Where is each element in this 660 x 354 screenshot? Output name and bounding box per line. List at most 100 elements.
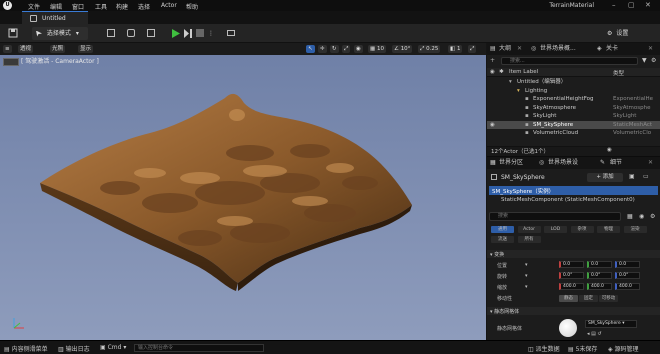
chevron-down-icon[interactable]: ▾ [525,284,528,290]
category-button[interactable]: 通用 [491,226,514,233]
show-button[interactable]: 显示 [78,45,94,53]
eye-icon[interactable]: ◉ [639,213,644,220]
category-button[interactable]: 渲染 [623,226,647,233]
tab-levels[interactable]: 关卡 [606,43,618,55]
menu-build[interactable]: 构建 [116,2,128,11]
source-control-button[interactable]: ◈ 源码管理 [608,344,639,353]
lit-button[interactable]: 光照 [50,45,66,53]
close-tab-icon[interactable]: ✕ [648,43,653,55]
cinematics-icon[interactable] [144,27,158,40]
details-search-input[interactable]: 搜索 [489,212,621,221]
outliner-row[interactable]: ▪ ExponentialHeightFog ExponentialHe [487,95,660,103]
category-button[interactable]: 所有 [517,236,541,243]
stop-icon[interactable] [196,27,206,40]
outliner-row[interactable]: ▪ VolumetricCloud VolumetricClo [487,129,660,137]
transform-section-header[interactable]: ▾ 变换 [490,251,504,258]
outliner-row[interactable]: ▾ Lighting [487,87,660,95]
tab-outliner[interactable]: 大纲 [499,43,511,55]
add-component-button[interactable]: + 添加 [587,173,623,182]
tab-details[interactable]: 细节 [610,157,622,169]
component-root-row[interactable]: SM_SkySphere（实例） [489,186,658,195]
menu-window[interactable]: 窗口 [72,2,84,11]
outliner-search-input[interactable]: 搜索... [501,57,638,65]
transform-value-field[interactable]: 400.0 [559,283,584,290]
outliner-row[interactable]: ▪ SkyAtmosphere SkyAtmosphe [487,104,660,112]
chevron-down-icon[interactable]: ▾ [525,273,528,279]
outliner-row[interactable]: ▪ SkyLight SkyLight [487,112,660,120]
col-item-label[interactable]: Item Label [509,69,538,75]
view-options-icon[interactable]: ◉ [607,147,612,153]
world-space-icon[interactable]: ◉ [354,45,363,53]
add-content-icon[interactable] [104,27,118,40]
transform-label[interactable]: 位置 [497,262,507,269]
scale-tool-icon[interactable]: ⤢ [342,45,351,53]
transform-label[interactable]: 旋转 [497,273,507,280]
category-button[interactable]: 物理 [597,226,620,233]
derived-data-button[interactable]: ◫ 派生数据 [528,344,560,353]
close-icon[interactable]: ✕ [645,1,651,9]
camera-speed-icon[interactable]: ◧ 1 [448,45,463,53]
mobility-option[interactable]: 可移动 [599,295,618,302]
chevron-down-icon[interactable]: ▾ [525,262,528,268]
static-mesh-picker[interactable]: SM_SkySphere ▾ [585,320,637,328]
transform-value-field[interactable]: 400.0 [587,283,612,290]
content-drawer-button[interactable]: ▤ 内容侧滑菜单 [4,344,48,353]
category-button[interactable]: LOD [544,226,567,233]
mode-select-button[interactable]: 选择模式 ▾ [32,27,88,40]
transform-value-field[interactable]: 0.0 [559,261,584,268]
scale-snap-icon[interactable]: ⤢ 0.25 [418,45,441,53]
tab-world-partition[interactable]: 世界分区 [499,157,523,169]
eject-icon[interactable] [3,57,19,66]
level-viewport[interactable] [0,43,486,340]
cmd-button[interactable]: ▣ Cmd ▾ [100,344,126,351]
maximize-viewport-icon[interactable]: ⤢ [468,45,477,53]
outliner-row[interactable]: ▾ Untitled（编辑器） [487,78,660,86]
more-options-icon[interactable]: ⋮ [208,27,216,40]
close-tab-icon[interactable]: ✕ [648,157,653,169]
select-tool-icon[interactable]: ↖ [306,45,315,53]
menu-help[interactable]: 帮助 [186,2,198,11]
menu-file[interactable]: 文件 [28,2,40,11]
menu-edit[interactable]: 编辑 [50,2,62,11]
rotate-tool-icon[interactable]: ↻ [330,45,339,53]
unreal-logo-icon[interactable]: U [3,1,12,10]
col-type[interactable]: 类型 [613,69,624,77]
transform-value-field[interactable]: 0.0° [587,272,612,279]
perspective-button[interactable]: 透视 [18,45,34,53]
pilot-camera-label[interactable]: [ 驾驶激活 - CameraActor ] [3,56,99,66]
component-child-row[interactable]: StaticMeshComponent (StaticMeshComponent… [489,196,658,205]
transform-value-field[interactable]: 0.0° [559,272,584,279]
static-mesh-section-header[interactable]: ▾ 静态网格体 [490,308,519,315]
outliner-row[interactable]: ◉ ▪ SM_SkySphere StaticMeshAct [487,120,660,129]
menu-select[interactable]: 选择 [138,2,150,11]
tab-world-settings-2[interactable]: 世界场景设 [548,157,578,169]
move-tool-icon[interactable]: ✛ [318,45,327,53]
transform-value-field[interactable]: 0.0 [587,261,612,268]
gear-icon[interactable]: ⚙ [651,57,656,64]
blueprint-icon[interactable]: ▣ [629,173,635,180]
transform-value-field[interactable]: 0.0° [615,272,640,279]
mobility-option[interactable]: 固定 [579,295,598,302]
filter-icon[interactable]: ▼ [642,57,647,64]
console-input[interactable]: 输入控制台命令 [134,344,264,352]
category-button[interactable]: 流送 [491,236,514,243]
transform-value-field[interactable]: 0.0 [615,261,640,268]
mesh-thumbnail[interactable] [559,319,577,337]
platforms-icon[interactable] [224,27,238,40]
play-icon[interactable] [172,27,182,40]
grid-snap-icon[interactable]: ▦ 10 [368,45,386,53]
lock-icon[interactable]: ▭ [643,173,649,180]
viewport-menu-icon[interactable]: ≡ [3,45,12,53]
blueprint-icon[interactable] [124,27,138,40]
rotation-snap-icon[interactable]: ∠ 10° [392,45,413,53]
step-icon[interactable] [184,27,194,40]
unsaved-button[interactable]: ▤ 5未保存 [568,344,597,353]
visibility-eye-icon[interactable]: ◉ [490,121,495,129]
document-tab[interactable]: Untitled [22,11,88,24]
menu-tools[interactable]: 工具 [95,2,107,11]
grid-view-icon[interactable]: ▦ [627,213,633,220]
menu-actor[interactable]: Actor [161,2,177,9]
add-icon[interactable]: + [490,57,498,65]
category-button[interactable]: 杂项 [570,226,594,233]
minimize-icon[interactable]: – [612,1,616,9]
